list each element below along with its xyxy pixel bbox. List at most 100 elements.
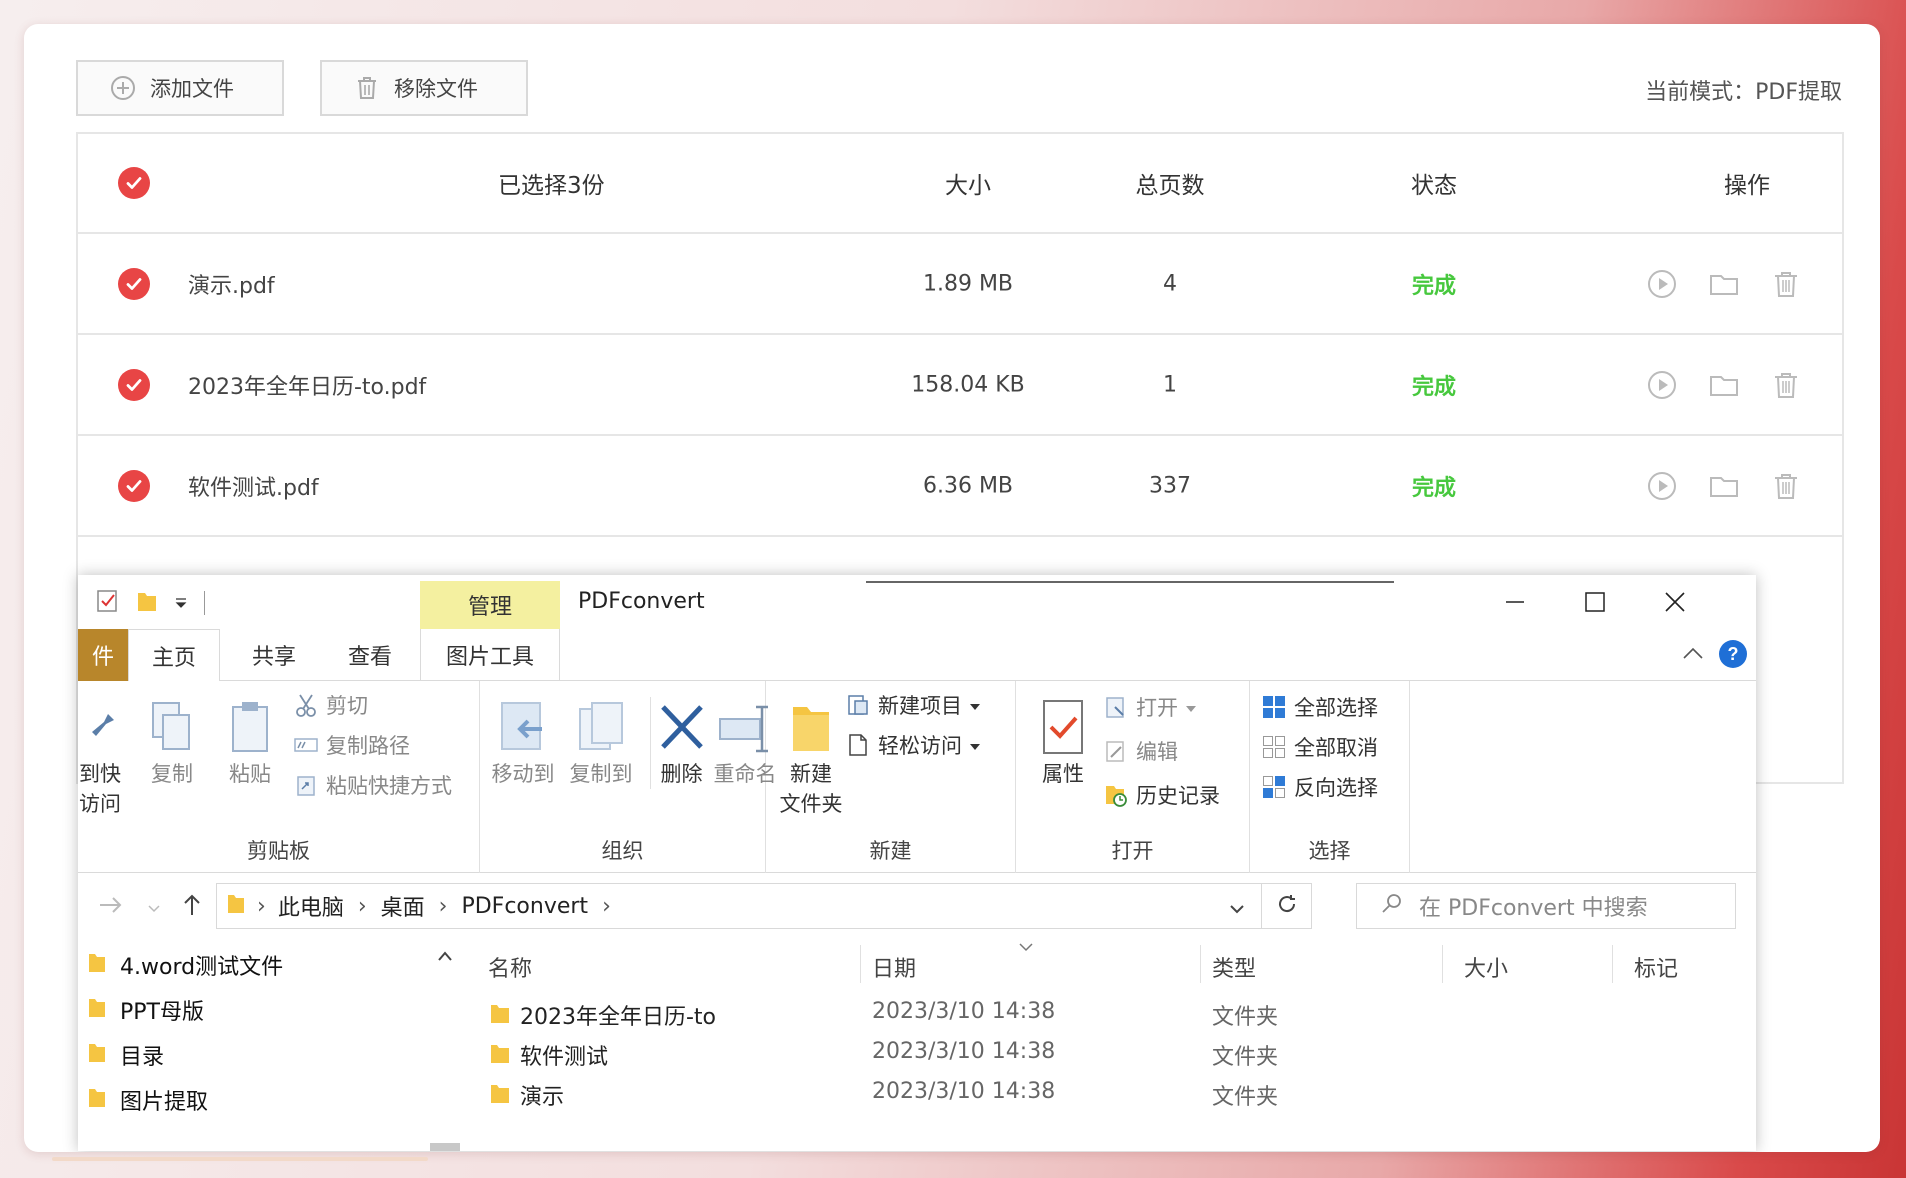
sort-indicator-icon bbox=[1018, 937, 1034, 956]
paste-shortcut-button[interactable]: 粘贴快捷方式 bbox=[294, 769, 452, 801]
row-checkbox[interactable] bbox=[118, 469, 150, 502]
pin-icon bbox=[78, 697, 128, 757]
chevron-down-icon[interactable] bbox=[148, 899, 160, 918]
tab-manage[interactable]: 管理 bbox=[420, 581, 560, 629]
select-none-label: 全部取消 bbox=[1294, 736, 1378, 760]
forward-arrow-icon[interactable] bbox=[98, 895, 124, 919]
open-icon bbox=[1104, 695, 1128, 719]
delete-x-icon bbox=[654, 697, 710, 757]
move-to-button[interactable]: 移动到 bbox=[486, 697, 560, 789]
select-all-button[interactable]: 全部选择 bbox=[1262, 691, 1378, 723]
tree-item[interactable]: 目录 bbox=[88, 1039, 164, 1071]
play-icon[interactable] bbox=[1646, 369, 1678, 401]
invert-selection-icon bbox=[1262, 775, 1286, 799]
current-mode-label: 当前模式：PDF提取 bbox=[1645, 80, 1842, 105]
open-button[interactable]: 打开 bbox=[1104, 691, 1196, 723]
table-row: 2023年全年日历-to.pdf 158.04 KB 1 完成 bbox=[78, 335, 1842, 436]
column-date-header[interactable]: 日期 bbox=[872, 951, 916, 983]
tab-file[interactable]: 件 bbox=[78, 629, 128, 681]
edit-button[interactable]: 编辑 bbox=[1104, 735, 1178, 767]
select-none-button[interactable]: 全部取消 bbox=[1262, 731, 1378, 763]
tab-picture-tools[interactable]: 图片工具 bbox=[420, 629, 560, 681]
new-folder-icon[interactable] bbox=[136, 589, 158, 617]
folder-icon[interactable] bbox=[1708, 268, 1740, 300]
help-icon[interactable]: ? bbox=[1718, 639, 1748, 673]
refresh-icon bbox=[1276, 893, 1298, 919]
breadcrumb-desktop[interactable]: 桌面 bbox=[381, 890, 425, 922]
select-all-checkbox[interactable] bbox=[118, 167, 150, 199]
list-item[interactable]: 软件测试 2023/3/10 14:38 文件夹 bbox=[472, 1033, 1756, 1073]
window-title: PDFconvert bbox=[578, 589, 705, 614]
maximize-icon[interactable] bbox=[1578, 585, 1612, 619]
easy-access-button[interactable]: 轻松访问 bbox=[846, 729, 980, 761]
history-button[interactable]: 历史记录 bbox=[1104, 779, 1220, 811]
breadcrumb-pdfconvert[interactable]: PDFconvert bbox=[461, 894, 588, 919]
clipboard-icon bbox=[222, 697, 278, 757]
tree-item-label: 图片提取 bbox=[120, 1090, 209, 1115]
tab-view[interactable]: 查看 bbox=[324, 629, 416, 681]
list-item[interactable]: 演示 2023/3/10 14:38 文件夹 bbox=[472, 1073, 1756, 1113]
chevron-down-icon[interactable] bbox=[174, 594, 188, 613]
folder-icon bbox=[88, 996, 106, 1024]
play-icon[interactable] bbox=[1646, 268, 1678, 300]
cut-button[interactable]: 剪切 bbox=[294, 689, 368, 721]
column-tag-header[interactable]: 标记 bbox=[1634, 951, 1678, 983]
status-badge: 完成 bbox=[1411, 475, 1456, 501]
status-badge: 完成 bbox=[1411, 273, 1456, 299]
search-input[interactable]: 在 PDFconvert 中搜索 bbox=[1356, 883, 1736, 929]
new-folder-button[interactable]: 新建 文件夹 bbox=[766, 697, 856, 819]
divider bbox=[1612, 945, 1613, 983]
folder-icon[interactable] bbox=[1708, 470, 1740, 502]
properties-button[interactable]: 属性 bbox=[1028, 697, 1098, 789]
new-item-button[interactable]: 新建项目 bbox=[846, 689, 980, 721]
trash-icon[interactable] bbox=[1770, 268, 1802, 300]
file-pages: 1 bbox=[1163, 372, 1177, 397]
file-date: 2023/3/10 14:38 bbox=[872, 1079, 1056, 1104]
breadcrumb-this-pc[interactable]: 此电脑 bbox=[278, 890, 344, 922]
scroll-up-icon[interactable] bbox=[437, 947, 453, 966]
invert-selection-button[interactable]: 反向选择 bbox=[1262, 771, 1378, 803]
address-input[interactable]: › 此电脑 › 桌面 › PDFconvert › bbox=[216, 883, 1262, 929]
clipboard-group: 到快 访问 复制 粘贴 剪切 复制路径 粘贴快捷方式 剪贴板 bbox=[78, 681, 480, 873]
column-type-header[interactable]: 类型 bbox=[1212, 951, 1256, 983]
delete-button[interactable]: 删除 bbox=[650, 697, 706, 789]
divider bbox=[866, 581, 1394, 583]
properties-check-icon bbox=[1035, 697, 1091, 757]
copy-to-button[interactable]: 复制到 bbox=[564, 697, 638, 789]
tree-item-label: 4.word测试文件 bbox=[120, 955, 284, 980]
remove-file-button[interactable]: 移除文件 bbox=[320, 60, 528, 116]
explorer-titlebar: 管理 PDFconvert bbox=[78, 575, 1756, 629]
properties-check-icon[interactable] bbox=[96, 589, 120, 617]
refresh-button[interactable] bbox=[1262, 883, 1312, 929]
status-badge: 完成 bbox=[1411, 374, 1456, 400]
tree-item-label: PPT母版 bbox=[120, 1000, 204, 1025]
minimize-icon[interactable] bbox=[1498, 585, 1532, 619]
row-checkbox[interactable] bbox=[118, 368, 150, 401]
list-item[interactable]: 2023年全年日历-to 2023/3/10 14:38 文件夹 bbox=[472, 993, 1756, 1033]
column-name-header[interactable]: 名称 bbox=[488, 951, 532, 983]
up-arrow-icon[interactable] bbox=[182, 893, 202, 921]
scroll-thumb[interactable] bbox=[430, 1143, 460, 1151]
collapse-ribbon-icon[interactable] bbox=[1682, 645, 1704, 665]
row-checkbox[interactable] bbox=[118, 267, 150, 300]
copy-path-button[interactable]: 复制路径 bbox=[294, 729, 410, 761]
nav-scrollbar[interactable] bbox=[430, 937, 460, 1151]
tab-home[interactable]: 主页 bbox=[128, 629, 220, 682]
copy-button[interactable]: 复制 bbox=[140, 697, 204, 789]
tree-item[interactable]: PPT母版 bbox=[88, 994, 204, 1026]
add-file-button[interactable]: 添加文件 bbox=[76, 60, 284, 116]
address-dropdown-icon[interactable] bbox=[1229, 896, 1245, 921]
tab-share[interactable]: 共享 bbox=[228, 629, 320, 681]
invert-selection-label: 反向选择 bbox=[1294, 776, 1378, 800]
folder-icon[interactable] bbox=[1708, 369, 1740, 401]
pin-quick-access-button[interactable]: 到快 访问 bbox=[78, 697, 130, 819]
play-icon[interactable] bbox=[1646, 470, 1678, 502]
copy-path-label: 复制路径 bbox=[326, 734, 410, 758]
column-size-header[interactable]: 大小 bbox=[1464, 951, 1508, 983]
trash-icon[interactable] bbox=[1770, 470, 1802, 502]
tree-item[interactable]: 图片提取 bbox=[88, 1084, 208, 1116]
trash-icon[interactable] bbox=[1770, 369, 1802, 401]
tree-item[interactable]: 4.word测试文件 bbox=[88, 949, 283, 981]
paste-button[interactable]: 粘贴 bbox=[218, 697, 282, 789]
close-icon[interactable] bbox=[1658, 585, 1692, 619]
